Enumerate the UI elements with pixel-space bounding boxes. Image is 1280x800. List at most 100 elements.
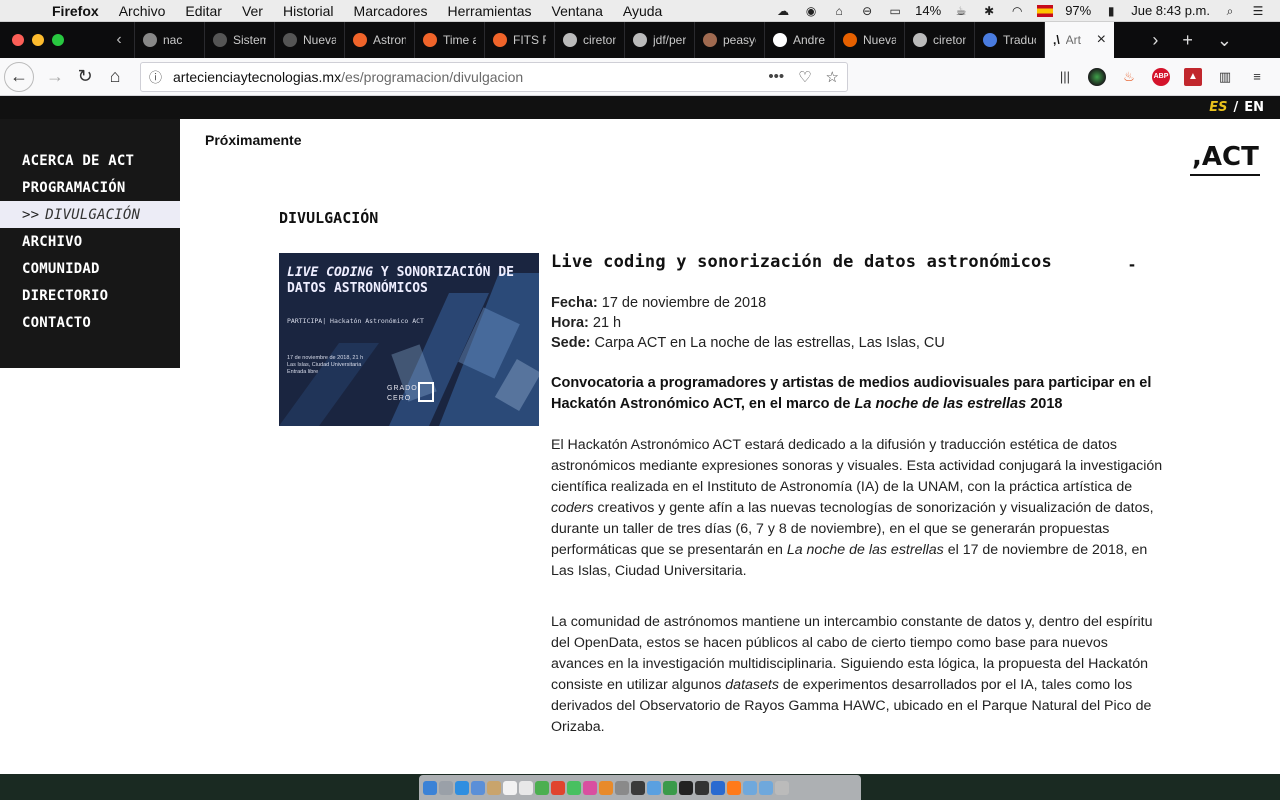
hamburger-menu-icon[interactable]: ≡ <box>1248 68 1266 86</box>
nav-archivo[interactable]: ARCHIVO <box>0 228 180 255</box>
bluetooth-icon[interactable]: ✱ <box>981 4 997 18</box>
tab-label: Andre <box>793 33 826 47</box>
forward-button[interactable]: → <box>40 62 70 92</box>
p2-text-em: datasets <box>725 677 779 693</box>
adblock-plus-icon[interactable]: ABP <box>1152 67 1170 86</box>
scroll-tabs-right-icon[interactable]: › <box>1152 30 1158 51</box>
extension-orb-icon[interactable] <box>1088 67 1106 86</box>
nav-contacto[interactable]: CONTACTO <box>0 309 180 336</box>
red-extension-icon[interactable]: ▲ <box>1184 67 1202 86</box>
url-bar[interactable]: ⓘ artecienciaytecnologias.mx /es/program… <box>140 61 848 92</box>
sidebar-toggle-icon[interactable]: ▥ <box>1216 68 1234 86</box>
browser-tab[interactable]: peasyc <box>694 22 764 58</box>
event-poster-image[interactable]: LIVE CODING Y SONORIZACIÓN DE DATOS ASTR… <box>279 253 539 426</box>
flame-extension-icon[interactable]: ♨ <box>1120 68 1138 86</box>
no-entry-icon[interactable]: ⊖ <box>859 4 875 18</box>
lang-es-link[interactable]: ES <box>1209 100 1227 115</box>
dock-app-icon[interactable] <box>663 780 677 795</box>
tab-active[interactable]: ,\ Art × <box>1044 22 1114 58</box>
nav-directorio[interactable]: DIRECTORIO <box>0 282 180 309</box>
dock-app-icon[interactable] <box>743 780 757 795</box>
dock-app-icon[interactable] <box>503 780 517 795</box>
dock-app-icon[interactable] <box>679 780 693 795</box>
lang-en-link[interactable]: EN <box>1244 100 1264 115</box>
dock-app-icon[interactable] <box>471 780 485 795</box>
collapse-toggle[interactable]: - <box>1129 254 1135 275</box>
proximamente-link[interactable]: Próximamente <box>205 132 301 148</box>
minimize-window-icon[interactable] <box>32 34 44 46</box>
nav-acerca-de-act[interactable]: ACERCA DE ACT <box>0 147 180 174</box>
tab-strip-controls: › + ⌄ <box>1152 22 1280 58</box>
browser-tab[interactable]: Nueva pes <box>274 22 344 58</box>
dock-app-icon[interactable] <box>759 780 773 795</box>
browser-tab[interactable]: Time a <box>414 22 484 58</box>
menu-herramientas[interactable]: Herramientas <box>447 3 531 19</box>
menu-ver[interactable]: Ver <box>242 3 263 19</box>
browser-tab[interactable]: nac <box>134 22 204 58</box>
battery-icon[interactable]: ▮ <box>1103 4 1119 18</box>
scroll-tabs-left-icon[interactable]: ‹ <box>104 22 134 58</box>
act-logo[interactable]: ,ACT <box>1190 141 1262 181</box>
dock-app-icon[interactable] <box>583 780 597 795</box>
menu-historial[interactable]: Historial <box>283 3 334 19</box>
browser-tab[interactable]: cireton <box>554 22 624 58</box>
browser-tab[interactable]: Nueva <box>834 22 904 58</box>
browser-tab[interactable]: Astron <box>344 22 414 58</box>
bookmark-star-icon[interactable]: ☆ <box>826 68 839 86</box>
new-tab-icon[interactable]: + <box>1182 30 1193 51</box>
dock-app-icon[interactable] <box>535 780 549 795</box>
spanish-flag-icon[interactable] <box>1037 4 1054 17</box>
spotlight-icon[interactable]: ⌕ <box>1222 4 1238 18</box>
dock-app-icon[interactable] <box>455 780 469 795</box>
cloud-icon[interactable]: ☁ <box>775 4 791 18</box>
library-icon[interactable]: ||| <box>1056 68 1074 86</box>
dock-app-icon[interactable] <box>615 780 629 795</box>
dock-app-icon[interactable] <box>423 780 437 795</box>
record-icon[interactable]: ◉ <box>803 4 819 18</box>
browser-tab[interactable]: FITS F <box>484 22 554 58</box>
menu-editar[interactable]: Editar <box>185 3 222 19</box>
menu-ventana[interactable]: Ventana <box>552 3 603 19</box>
dock-app-icon[interactable] <box>487 780 501 795</box>
close-tab-icon[interactable]: × <box>1097 31 1106 49</box>
reload-button[interactable]: ↻ <box>70 62 100 92</box>
dock-app-icon[interactable] <box>775 780 789 795</box>
list-all-tabs-icon[interactable]: ⌄ <box>1217 30 1232 51</box>
menu-marcadores[interactable]: Marcadores <box>354 3 428 19</box>
browser-tab[interactable]: Andre <box>764 22 834 58</box>
menu-archivo[interactable]: Archivo <box>119 3 166 19</box>
dock-app-icon[interactable] <box>647 780 661 795</box>
cup-icon[interactable]: ☕ <box>953 4 969 18</box>
browser-tab[interactable]: Sistema de <box>204 22 274 58</box>
nav-programacion[interactable]: PROGRAMACIÓN <box>0 174 180 201</box>
fullscreen-window-icon[interactable] <box>52 34 64 46</box>
nav-divulgacion[interactable]: >> DIVULGACIÓN <box>0 201 180 228</box>
dock-app-icon[interactable] <box>519 780 533 795</box>
menu-app-firefox[interactable]: Firefox <box>52 3 99 19</box>
pocket-icon[interactable]: ♡ <box>798 68 811 86</box>
dock-app-icon[interactable] <box>711 780 725 795</box>
menu-ayuda[interactable]: Ayuda <box>623 3 662 19</box>
browser-tab[interactable]: Traduc <box>974 22 1044 58</box>
battery-small-icon[interactable]: ▭ <box>887 4 903 18</box>
browser-tab[interactable]: cireton <box>904 22 974 58</box>
notification-center-icon[interactable]: ☰ <box>1250 4 1266 18</box>
tab-label: cireton <box>933 33 966 47</box>
dock-app-icon[interactable] <box>631 780 645 795</box>
dock-app-icon[interactable] <box>551 780 565 795</box>
home-button[interactable]: ⌂ <box>100 62 130 92</box>
dock-app-icon[interactable] <box>695 780 709 795</box>
browser-tab[interactable]: jdf/per <box>624 22 694 58</box>
site-info-icon[interactable]: ⓘ <box>149 67 167 86</box>
dock-app-icon[interactable] <box>727 780 741 795</box>
wifi-icon[interactable]: ◠ <box>1009 4 1025 18</box>
close-window-icon[interactable] <box>12 34 24 46</box>
dock-app-icon[interactable] <box>599 780 613 795</box>
dock-app-icon[interactable] <box>439 780 453 795</box>
home-icon[interactable]: ⌂ <box>831 4 847 18</box>
dock-app-icon[interactable] <box>567 780 581 795</box>
nav-comunidad[interactable]: COMUNIDAD <box>0 255 180 282</box>
back-button[interactable]: ← <box>4 61 34 92</box>
page-actions-icon[interactable]: ••• <box>768 68 784 86</box>
clock[interactable]: Jue 8:43 p.m. <box>1131 3 1210 18</box>
